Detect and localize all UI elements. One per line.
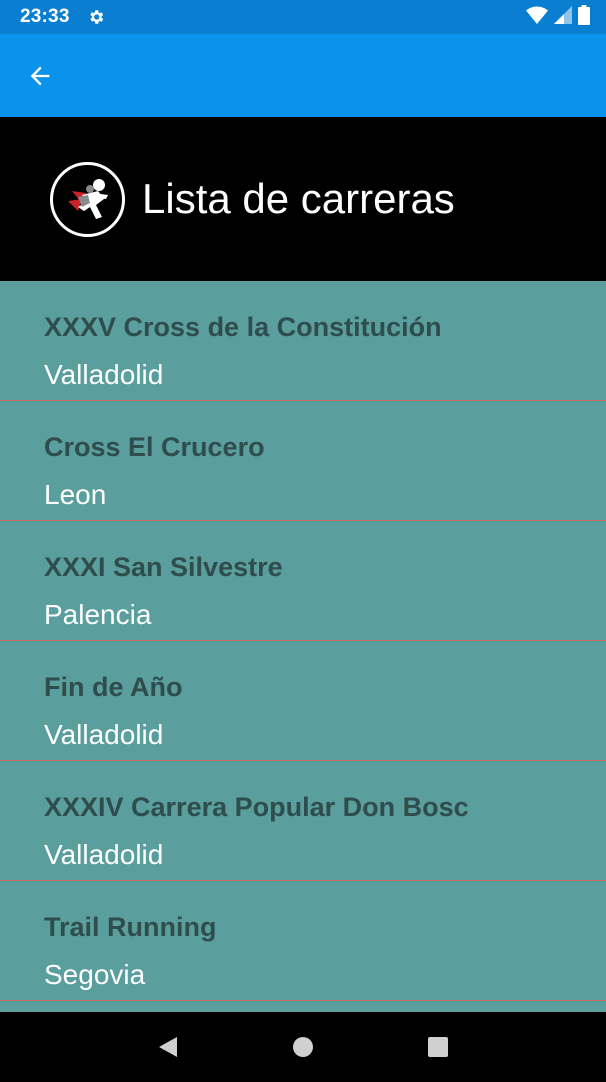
nav-recents-icon[interactable] — [418, 1027, 458, 1067]
status-indicators — [526, 4, 590, 30]
nav-home-icon[interactable] — [283, 1027, 323, 1067]
race-name: Cross El Crucero — [44, 432, 265, 462]
list-item[interactable]: XXXIV Carrera Popular Don Bosc Valladoli… — [0, 761, 606, 881]
runner-logo-icon — [50, 161, 125, 237]
list-item[interactable]: Trail Running Segovia — [0, 881, 606, 1001]
race-city: Leon — [44, 479, 107, 510]
nav-back-icon[interactable] — [148, 1027, 188, 1067]
system-nav-bar — [0, 1012, 606, 1082]
race-city: Valladolid — [44, 359, 164, 390]
race-city: Valladolid — [44, 719, 164, 750]
app-bar — [0, 34, 606, 117]
race-name: XXXV Cross de la Constitución — [44, 312, 442, 342]
wifi-icon — [526, 6, 548, 29]
arrow-back-icon[interactable] — [24, 60, 56, 92]
page-title: Lista de carreras — [142, 175, 455, 222]
status-time: 23:33 — [20, 6, 70, 27]
race-city: Segovia — [44, 959, 146, 990]
list-item[interactable]: XXXI San Silvestre Palencia — [0, 521, 606, 641]
race-name: Trail Running — [44, 912, 217, 942]
list-item[interactable]: Fin de Año Valladolid — [0, 641, 606, 761]
list-item[interactable]: XXXV Cross de la Constitución Valladolid — [0, 281, 606, 401]
race-city: Palencia — [44, 599, 152, 630]
signal-icon — [554, 5, 572, 29]
battery-icon — [578, 4, 590, 30]
race-city: Valladolid — [44, 839, 164, 870]
race-name: Fin de Año — [44, 672, 183, 702]
race-name: XXXIV Carrera Popular Don Bosc — [44, 792, 469, 822]
race-name: XXXI San Silvestre — [44, 552, 283, 582]
settings-gear-icon — [86, 7, 106, 27]
page-header: Lista de carreras — [0, 117, 606, 281]
race-list: XXXV Cross de la Constitución Valladolid… — [0, 281, 606, 1011]
status-bar: 23:33 — [0, 0, 606, 34]
list-item[interactable]: Cross El Crucero Leon — [0, 401, 606, 521]
